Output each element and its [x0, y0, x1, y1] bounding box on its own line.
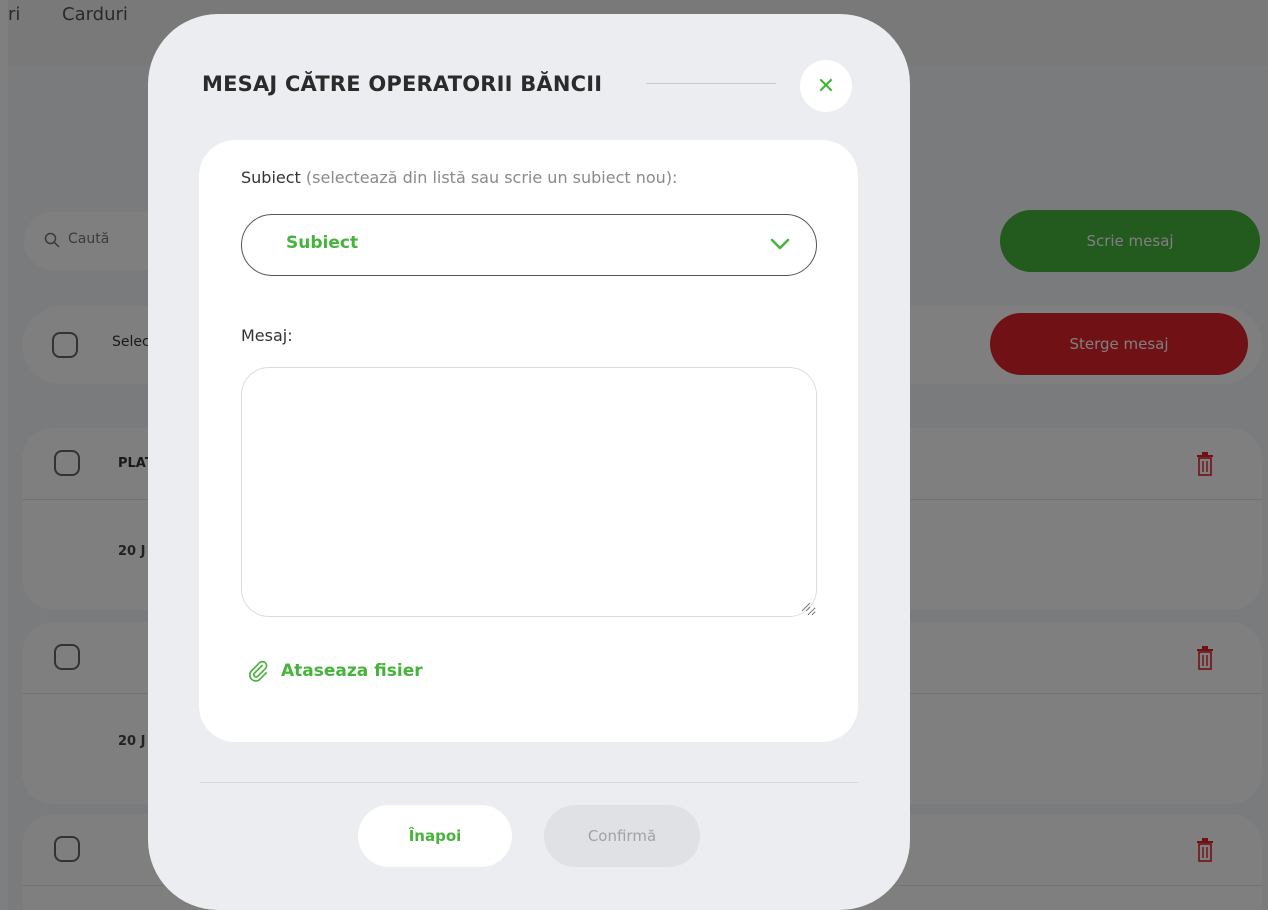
close-button[interactable]: ✕: [800, 60, 852, 112]
message-modal: MESAJ CĂTRE OPERATORII BĂNCII ✕ Subiect …: [148, 14, 910, 910]
confirm-button[interactable]: Confirmă: [544, 805, 700, 867]
subject-select-value: Subiect: [286, 233, 359, 253]
subject-label: Subiect (selectează din listă sau scrie …: [241, 168, 677, 187]
resize-grip-icon[interactable]: [801, 602, 811, 612]
attach-file-label: Ataseaza fisier: [281, 661, 423, 681]
message-textarea[interactable]: [241, 367, 817, 617]
close-icon: ✕: [816, 73, 836, 99]
attach-file-link[interactable]: Ataseaza fisier: [247, 660, 423, 682]
subject-select[interactable]: Subiect: [241, 214, 817, 276]
subject-label-text: Subiect: [241, 168, 301, 187]
subject-hint: (selectează din listă sau scrie un subie…: [305, 168, 678, 187]
title-divider: [646, 83, 776, 84]
message-label: Mesaj:: [241, 326, 293, 345]
chevron-down-icon: [770, 238, 790, 250]
footer-divider: [200, 782, 858, 783]
back-button[interactable]: Înapoi: [358, 805, 512, 867]
form-panel: Subiect (selectează din listă sau scrie …: [199, 140, 858, 742]
modal-title: MESAJ CĂTRE OPERATORII BĂNCII: [202, 72, 603, 96]
paperclip-icon: [249, 660, 268, 682]
